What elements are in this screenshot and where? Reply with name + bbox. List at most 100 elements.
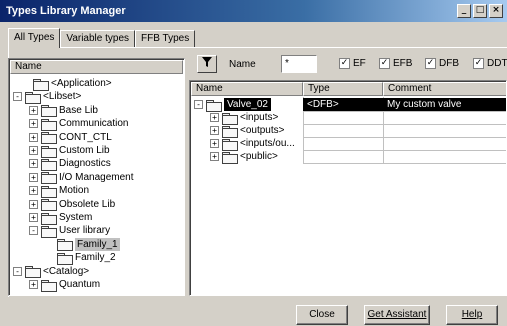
close-window-button[interactable]: × xyxy=(489,4,503,18)
tree-item[interactable]: - User library xyxy=(29,224,111,238)
folder-icon xyxy=(25,91,41,104)
column-header-name[interactable]: Name xyxy=(191,82,303,96)
collapse-icon[interactable]: - xyxy=(13,266,22,276)
tab-strip: All Types Variable types FFB Types xyxy=(8,28,196,48)
folder-icon xyxy=(41,185,57,198)
expand-icon[interactable]: + xyxy=(29,213,38,222)
expand-icon[interactable]: + xyxy=(210,113,219,122)
folder-icon xyxy=(33,78,49,91)
expand-icon[interactable]: + xyxy=(210,126,219,135)
table-row[interactable]: + <inputs> xyxy=(210,111,279,125)
folder-icon xyxy=(57,252,73,265)
expand-icon[interactable]: + xyxy=(29,199,38,209)
ddt-label: DDT xyxy=(487,58,507,69)
collapse-icon[interactable]: - xyxy=(29,226,38,236)
row-comment: My custom valve xyxy=(387,99,462,110)
tree-item[interactable]: + Quantum xyxy=(29,278,101,292)
expand-icon[interactable]: + xyxy=(29,280,38,289)
close-button-label: Close xyxy=(309,309,335,320)
folder-icon xyxy=(41,212,57,225)
tree-item[interactable]: + System xyxy=(29,211,93,225)
tree-item[interactable]: + Communication xyxy=(29,117,128,131)
check-icon: ✓ xyxy=(339,58,350,69)
expand-icon[interactable]: + xyxy=(210,152,219,161)
column-header-type[interactable]: Type xyxy=(303,82,383,96)
expand-icon[interactable]: + xyxy=(29,105,38,115)
library-tree[interactable]: Name <Application> - <Libset> + Base Lib + Com… xyxy=(8,58,185,296)
folder-icon xyxy=(41,118,57,131)
collapse-icon[interactable]: - xyxy=(194,100,203,109)
row-divider xyxy=(303,150,506,151)
dfb-checkbox[interactable]: ✓ DFB xyxy=(425,58,459,69)
tree-connector xyxy=(45,240,54,249)
folder-icon xyxy=(41,132,57,145)
tree-item-label: System xyxy=(59,212,93,223)
row-type: <DFB> xyxy=(307,99,339,110)
tree-item[interactable]: - <Libset> xyxy=(13,90,81,104)
close-button[interactable]: Close xyxy=(296,305,348,325)
check-icon: ✓ xyxy=(379,58,390,69)
expand-icon[interactable]: + xyxy=(210,139,219,148)
tree-item[interactable]: + Custom Lib xyxy=(29,144,110,158)
tree-item-label: Diagnostics xyxy=(59,158,111,170)
expand-icon[interactable]: + xyxy=(29,146,38,155)
tree-item-label: I/O Management xyxy=(59,171,134,183)
folder-icon xyxy=(41,225,57,238)
collapse-icon[interactable]: - xyxy=(13,92,22,102)
column-header-comment[interactable]: Comment xyxy=(383,82,506,96)
row-name: <public> xyxy=(240,151,278,162)
expand-icon[interactable]: + xyxy=(29,172,38,182)
name-filter-input[interactable]: * xyxy=(281,55,317,73)
tree-item-label: CONT_CTL xyxy=(59,131,112,143)
table-row[interactable]: - Valve_02 xyxy=(194,98,271,112)
tab-ffb-types[interactable]: FFB Types xyxy=(135,30,196,48)
tree-item[interactable]: + Obsolete Lib xyxy=(29,198,115,212)
tree-item[interactable]: + Motion xyxy=(29,184,90,198)
expand-icon[interactable]: + xyxy=(29,132,38,142)
get-assistant-button[interactable]: Get Assistant xyxy=(364,305,430,325)
row-name: <inputs> xyxy=(240,112,279,123)
tree-item-label: Motion xyxy=(59,185,90,197)
help-button[interactable]: Help xyxy=(446,305,498,325)
tab-variable-types[interactable]: Variable types xyxy=(60,30,136,48)
types-table[interactable]: Name Type Comment - Valve_02 <DFB> My custo… xyxy=(189,80,507,296)
name-filter-label: Name xyxy=(229,59,256,70)
tree-item-label: Quantum xyxy=(59,279,101,290)
tree-item-label: Family_1 xyxy=(75,237,120,251)
folder-icon xyxy=(41,158,57,171)
minimize-button[interactable]: _ xyxy=(457,4,471,18)
tree-item[interactable]: - <Catalog> xyxy=(13,265,89,279)
expand-icon[interactable]: + xyxy=(29,186,38,196)
row-divider xyxy=(303,111,506,112)
efb-checkbox[interactable]: ✓ EFB xyxy=(379,58,412,69)
tree-item-label: User library xyxy=(59,225,111,237)
ef-label: EF xyxy=(353,58,366,69)
table-row[interactable]: + <inputs/ou... xyxy=(210,137,295,151)
title-bar: Types Library Manager _ □ × xyxy=(0,0,507,22)
table-row[interactable]: + <outputs> xyxy=(210,124,284,138)
tree-item[interactable]: Family_1 xyxy=(45,237,120,252)
tree-item[interactable]: + Base Lib xyxy=(29,104,98,118)
tree-item[interactable]: Family_2 xyxy=(45,251,116,265)
tree-item-label: Custom Lib xyxy=(59,145,110,156)
row-divider xyxy=(303,124,506,125)
expand-icon[interactable]: + xyxy=(29,159,38,169)
tree-item[interactable]: + Diagnostics xyxy=(29,157,111,171)
folder-icon xyxy=(41,172,57,185)
efb-label: EFB xyxy=(393,58,413,69)
tree-item[interactable]: + I/O Management xyxy=(29,171,134,185)
maximize-button[interactable]: □ xyxy=(473,4,487,18)
table-row[interactable]: + <public> xyxy=(210,150,278,164)
ef-checkbox[interactable]: ✓ EF xyxy=(339,58,366,69)
ddt-checkbox[interactable]: ✓ DDT xyxy=(473,58,507,69)
expand-icon[interactable]: + xyxy=(29,119,38,129)
tree-item[interactable]: + CONT_CTL xyxy=(29,131,112,145)
tab-all-types[interactable]: All Types xyxy=(8,28,61,48)
tree-item-label: Family_2 xyxy=(75,252,116,264)
filter-button[interactable] xyxy=(197,55,217,73)
tree-item-label: <Application> xyxy=(51,78,112,89)
folder-icon xyxy=(222,138,238,151)
tree-item[interactable]: <Application> xyxy=(21,77,112,91)
tree-header-name[interactable]: Name xyxy=(10,60,183,74)
tree-connector xyxy=(45,253,54,262)
